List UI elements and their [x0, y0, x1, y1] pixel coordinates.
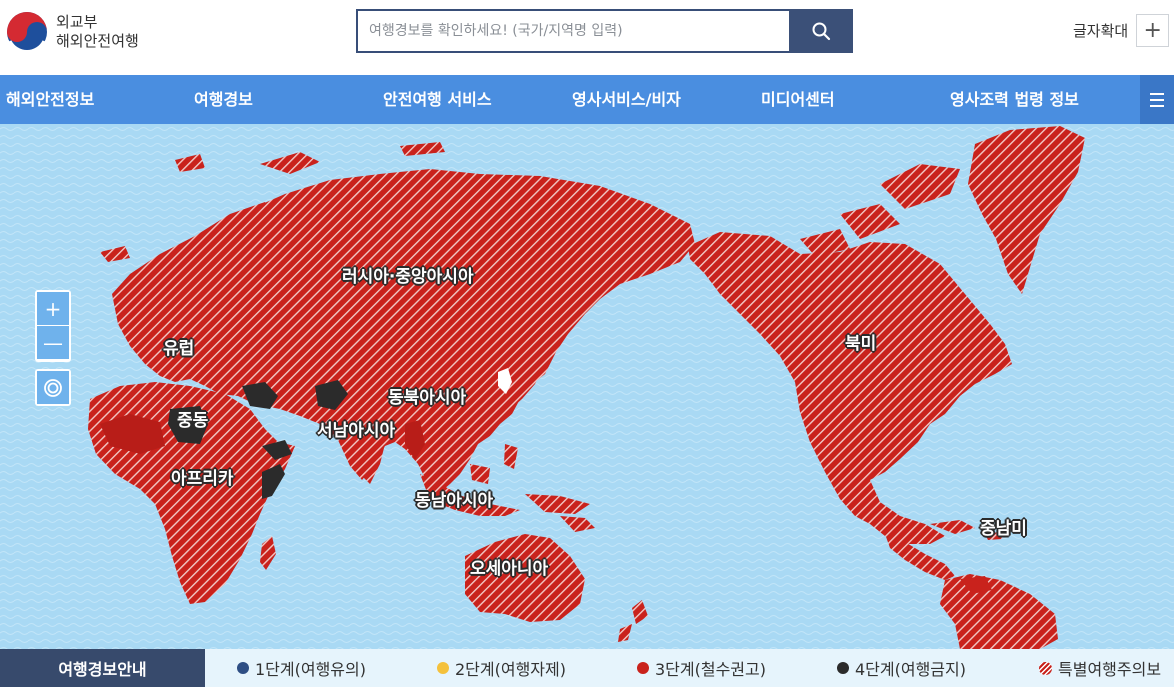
- alert-legend: 여행경보안내 1단계(여행유의) 2단계(여행자제) 3단계(철수권고) 4단계…: [0, 649, 1174, 687]
- region-label-north-america[interactable]: 북미: [845, 329, 876, 354]
- legend-level2: 2단계(여행자제): [437, 649, 566, 687]
- search-icon: [812, 22, 831, 41]
- special-advisory-hatch-icon: [1039, 661, 1052, 675]
- zoom-in-button[interactable]: +: [37, 292, 69, 325]
- hamburger-menu-icon[interactable]: [1140, 75, 1174, 124]
- nav-item-overseas-safety-info[interactable]: 해외안전정보: [6, 75, 94, 124]
- legend-level3-label: 3단계(철수권고): [655, 660, 766, 679]
- legend-special-advisory-label: 특별여행주의보: [1058, 660, 1162, 679]
- legend-title-button[interactable]: 여행경보안내: [0, 649, 205, 687]
- zoom-out-button[interactable]: —: [37, 326, 69, 359]
- legend-level2-label: 2단계(여행자제): [455, 660, 566, 679]
- region-label-oceania[interactable]: 오세아니아: [470, 554, 548, 579]
- nav-item-media-center[interactable]: 미디어센터: [761, 75, 835, 124]
- logo-site-name: 해외안전여행: [56, 32, 139, 50]
- level1-dot-icon: [237, 662, 249, 674]
- nav-item-consular-visa[interactable]: 영사서비스/비자: [572, 75, 681, 124]
- legend-level1: 1단계(여행유의): [237, 649, 366, 687]
- search-bar: [356, 9, 853, 53]
- level3-dot-icon: [637, 662, 649, 674]
- site-header: 외교부 해외안전여행 글자확대 +: [0, 0, 1174, 75]
- legend-level4-label: 4단계(여행금지): [855, 660, 966, 679]
- region-label-middle-east[interactable]: 중동: [177, 406, 208, 431]
- world-alert-map[interactable]: + — 러시아·중앙아시아 유럽 중동 아프리카 서남아시아 동북아시아 동남아…: [0, 124, 1174, 649]
- zoom-control: + —: [35, 290, 71, 362]
- region-label-southwest-asia[interactable]: 서남아시아: [317, 416, 395, 441]
- legend-special-advisory: 특별여행주의보: [1039, 649, 1161, 687]
- logo-text: 외교부 해외안전여행: [56, 13, 139, 51]
- region-label-northeast-asia[interactable]: 동북아시아: [388, 383, 466, 408]
- nav-item-travel-alert[interactable]: 여행경보: [194, 75, 253, 124]
- taegeuk-emblem-icon: [7, 12, 47, 53]
- region-label-southeast-asia[interactable]: 동남아시아: [415, 486, 493, 511]
- legend-level1-label: 1단계(여행유의): [255, 660, 366, 679]
- reset-view-button[interactable]: [37, 371, 69, 404]
- legend-level3: 3단계(철수권고): [637, 649, 766, 687]
- search-button[interactable]: [789, 9, 853, 53]
- world-map-graphic: [0, 124, 1174, 649]
- level4-dot-icon: [837, 662, 849, 674]
- level2-dot-icon: [437, 662, 449, 674]
- font-size-increase-button[interactable]: +: [1136, 14, 1170, 47]
- region-label-africa[interactable]: 아프리카: [171, 464, 234, 489]
- search-input[interactable]: [356, 9, 789, 53]
- logo[interactable]: 외교부 해외안전여행: [6, 9, 156, 55]
- nav-item-safe-travel-service[interactable]: 안전여행 서비스: [383, 75, 492, 124]
- locate-control: [35, 369, 71, 406]
- font-size-label: 글자확대: [1073, 22, 1129, 40]
- font-size-control: 글자확대 +: [1073, 14, 1170, 47]
- region-label-latin-america[interactable]: 중남미: [980, 514, 1027, 539]
- nav-item-consular-law-info[interactable]: 영사조력 법령 정보: [950, 75, 1079, 124]
- logo-ministry: 외교부: [56, 13, 98, 31]
- region-label-russia-central-asia[interactable]: 러시아·중앙아시아: [342, 262, 474, 287]
- main-navigation: 해외안전정보 여행경보 안전여행 서비스 영사서비스/비자 미디어센터 영사조력…: [0, 75, 1174, 124]
- legend-level4: 4단계(여행금지): [837, 649, 966, 687]
- target-icon: [44, 378, 62, 397]
- region-label-europe[interactable]: 유럽: [163, 334, 194, 359]
